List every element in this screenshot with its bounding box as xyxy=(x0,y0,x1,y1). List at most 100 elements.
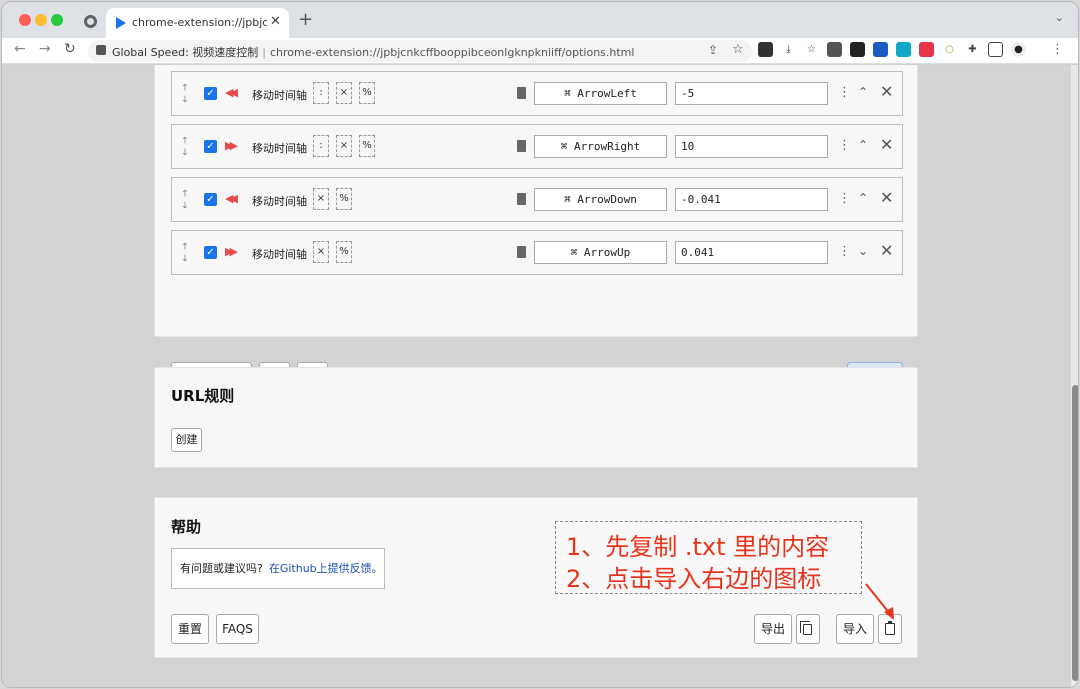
save-icon[interactable] xyxy=(896,42,911,57)
more-options-icon[interactable]: ⋮ xyxy=(838,85,851,100)
enable-checkbox[interactable]: ✓ xyxy=(204,87,217,100)
fast-forward-icon: ▶▶ xyxy=(225,245,238,258)
menu-icon[interactable]: ⋮ xyxy=(1051,42,1064,57)
copy-icon xyxy=(800,621,812,635)
command-label: 移动时间轴 xyxy=(252,248,307,261)
leaf-icon[interactable]: ○ xyxy=(942,42,957,57)
url-text: Global Speed: 视频速度控制 | chrome-extension://… xyxy=(112,44,634,60)
reorder-arrows-icon[interactable]: 🡑 🡓 xyxy=(180,241,190,265)
play-icon xyxy=(116,17,126,29)
reorder-arrows-icon[interactable]: 🡑 🡓 xyxy=(180,188,190,212)
option-toggle[interactable]: : xyxy=(313,82,329,104)
shortcut-row: 🡑 🡓 ✓ ▶▶ 移动时间轴 × % ⌘ ArrowUp 0.041 ⋮ ⌄ ✕ xyxy=(171,230,903,275)
close-window-button[interactable] xyxy=(19,14,31,26)
extension-bar: ⤓ ☆ ○ ✚ ● xyxy=(758,42,1026,57)
export-button[interactable]: 导出 xyxy=(754,614,792,644)
option-toggle[interactable]: × xyxy=(313,188,329,210)
enable-checkbox[interactable]: ✓ xyxy=(204,246,217,259)
option-toggle[interactable]: : xyxy=(313,135,329,157)
option-toggle[interactable]: % xyxy=(336,188,352,210)
more-options-icon[interactable]: ⋮ xyxy=(838,191,851,206)
faqs-button[interactable]: FAQS xyxy=(216,614,259,644)
option-toggle[interactable]: × xyxy=(336,135,352,157)
document-icon[interactable] xyxy=(517,140,526,152)
extension-icon[interactable] xyxy=(827,42,842,57)
feedback-box: 有问题或建议吗? 在Github上提供反馈。 xyxy=(171,548,385,589)
enable-checkbox[interactable]: ✓ xyxy=(204,140,217,153)
more-options-icon[interactable]: ⋮ xyxy=(838,138,851,153)
reload-icon[interactable]: ↻ xyxy=(64,41,76,57)
fast-forward-icon: ▶▶ xyxy=(225,139,238,152)
more-options-icon[interactable]: ⋮ xyxy=(838,244,851,259)
globe-icon[interactable] xyxy=(84,15,97,28)
hotkey-input[interactable]: ⌘ ArrowLeft xyxy=(534,82,667,105)
delete-icon[interactable]: ✕ xyxy=(880,188,893,207)
github-feedback-link[interactable]: 在Github上提供反馈。 xyxy=(269,562,383,575)
reorder-arrows-icon[interactable]: 🡑 🡓 xyxy=(180,82,190,106)
shortcuts-panel: 🡑 🡓 ✓ ◀◀ 移动时间轴 : × % ⌘ ArrowLeft -5 ⋮ ⌃ ✕… xyxy=(154,65,918,386)
help-title: 帮助 xyxy=(171,518,202,536)
star-list-icon[interactable]: ☆ xyxy=(804,42,819,57)
extension-icon[interactable] xyxy=(850,42,865,57)
download-icon[interactable]: ⤓ xyxy=(781,42,796,57)
annotation-line-2: 2、点击导入右边的图标 xyxy=(566,565,822,593)
sidebar-icon[interactable] xyxy=(988,42,1003,57)
minimize-window-button[interactable] xyxy=(35,14,47,26)
enable-checkbox[interactable]: ✓ xyxy=(204,193,217,206)
address-bar[interactable]: Global Speed: 视频速度控制 | chrome-extension://… xyxy=(88,40,752,62)
back-icon[interactable]: ← xyxy=(14,41,26,57)
rewind-icon: ◀◀ xyxy=(225,192,238,205)
chevron-up-icon[interactable]: ⌃ xyxy=(858,138,868,152)
create-url-rule-button[interactable]: 创建 xyxy=(171,428,202,452)
page-viewport: 🡑 🡓 ✓ ◀◀ 移动时间轴 : × % ⌘ ArrowLeft -5 ⋮ ⌃ ✕… xyxy=(2,65,1071,687)
option-toggle[interactable]: % xyxy=(336,241,352,263)
url-rules-title: URL规则 xyxy=(171,387,235,405)
chevron-down-icon[interactable]: ⌄ xyxy=(1055,11,1064,24)
tutorial-annotation: 1、先复制 .txt 里的内容 2、点击导入右边的图标 xyxy=(555,521,862,594)
document-icon[interactable] xyxy=(517,246,526,258)
delete-icon[interactable]: ✕ xyxy=(880,82,893,101)
hotkey-input[interactable]: ⌘ ArrowUp xyxy=(534,241,667,264)
extension-icon[interactable] xyxy=(758,42,773,57)
url-path: chrome-extension://jpbjcnkcffbooppibceon… xyxy=(270,46,635,59)
chevron-up-icon[interactable]: ⌃ xyxy=(858,191,868,205)
reorder-arrows-icon[interactable]: 🡑 🡓 xyxy=(180,135,190,159)
forward-icon[interactable]: → xyxy=(39,41,51,57)
option-toggle[interactable]: % xyxy=(359,82,375,104)
document-icon[interactable] xyxy=(517,193,526,205)
pocket-icon[interactable] xyxy=(919,42,934,57)
value-input[interactable]: 0.041 xyxy=(675,241,828,264)
share-icon[interactable]: ⇪ xyxy=(708,43,718,57)
hotkey-input[interactable]: ⌘ ArrowDown xyxy=(534,188,667,211)
value-input[interactable]: -5 xyxy=(675,82,828,105)
rewind-icon: ◀◀ xyxy=(225,86,238,99)
document-icon[interactable] xyxy=(517,87,526,99)
value-input[interactable]: 10 xyxy=(675,135,828,158)
tab-options[interactable]: chrome-extension://jpbjcnkc ✕ xyxy=(106,8,289,38)
command-label: 移动时间轴 xyxy=(252,195,307,208)
hotkey-input[interactable]: ⌘ ArrowRight xyxy=(534,135,667,158)
delete-icon[interactable]: ✕ xyxy=(880,241,893,260)
delete-icon[interactable]: ✕ xyxy=(880,135,893,154)
chevron-up-icon[interactable]: ⌃ xyxy=(858,85,868,99)
value-input[interactable]: -0.041 xyxy=(675,188,828,211)
close-icon[interactable]: ✕ xyxy=(270,14,281,29)
option-toggle[interactable]: × xyxy=(336,82,352,104)
puzzle-icon[interactable]: ✚ xyxy=(965,42,980,57)
url-site: Global Speed: 视频速度控制 xyxy=(112,46,259,59)
avatar[interactable]: ● xyxy=(1011,42,1026,57)
copy-button[interactable] xyxy=(796,614,820,644)
bitwarden-icon[interactable] xyxy=(873,42,888,57)
url-separator: | xyxy=(262,46,266,59)
bookmark-star-icon[interactable]: ☆ xyxy=(732,42,744,57)
option-toggle[interactable]: % xyxy=(359,135,375,157)
maximize-window-button[interactable] xyxy=(51,14,63,26)
option-toggle[interactable]: × xyxy=(313,241,329,263)
scrollbar-thumb[interactable] xyxy=(1072,385,1078,681)
annotation-line-1: 1、先复制 .txt 里的内容 xyxy=(566,533,830,561)
reset-all-button[interactable]: 重置 xyxy=(171,614,209,644)
tab-strip: chrome-extension://jpbjcnkc ✕ + ⌄ xyxy=(2,2,1078,38)
new-tab-button[interactable]: + xyxy=(298,9,313,30)
scrollbar[interactable] xyxy=(1071,65,1078,687)
chevron-down-icon[interactable]: ⌄ xyxy=(858,244,868,258)
